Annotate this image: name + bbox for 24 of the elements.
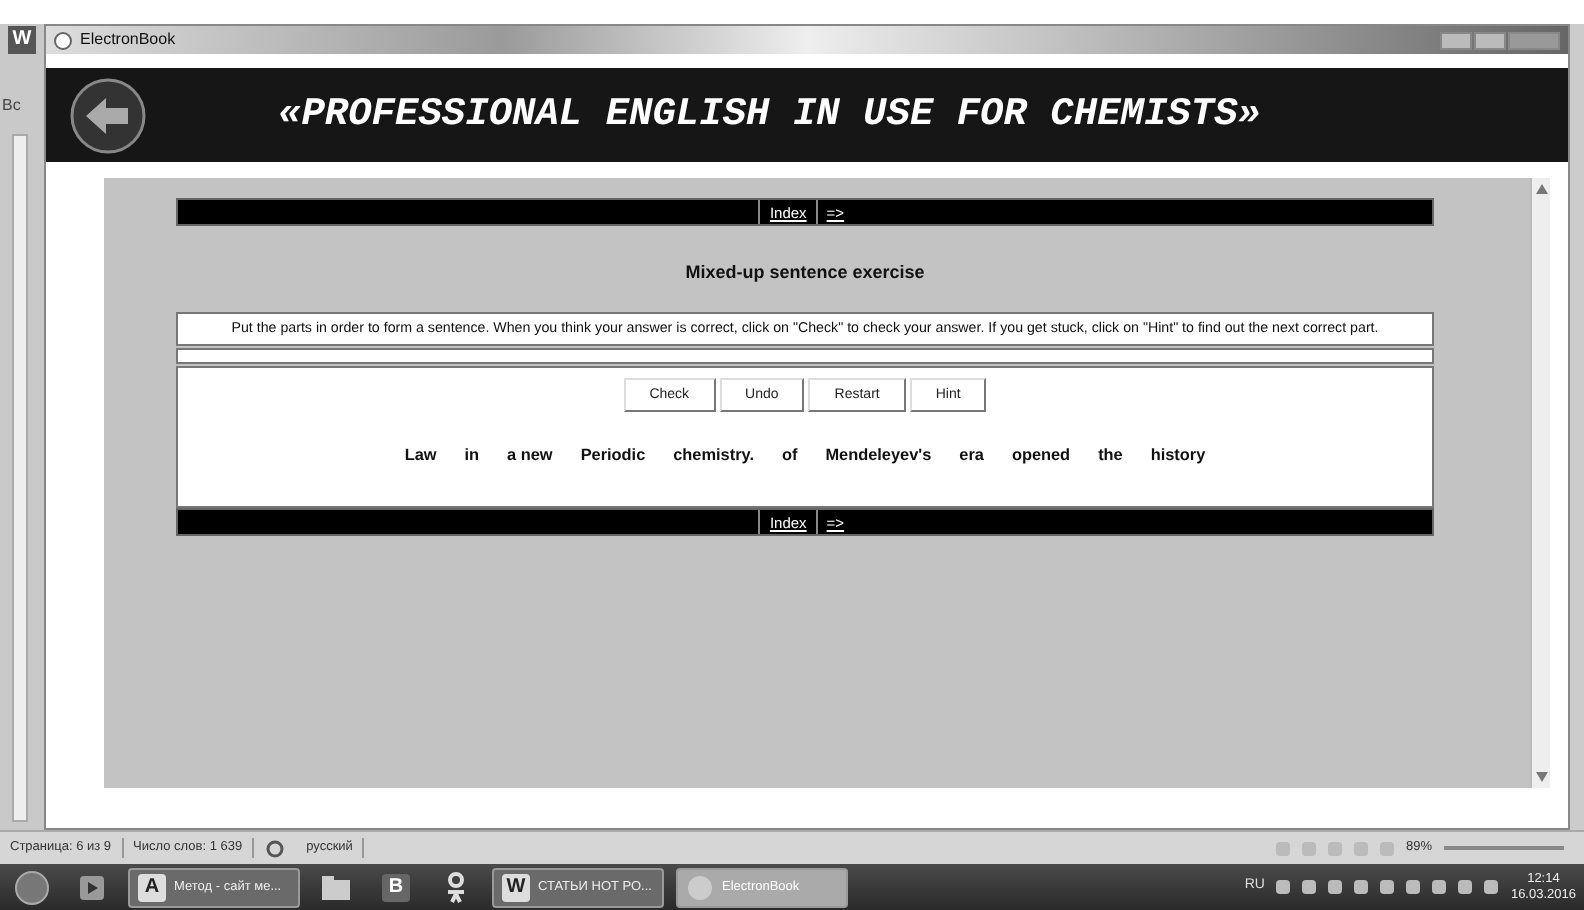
play-icon[interactable] [78,873,106,901]
sentence-part[interactable]: chemistry. [673,443,754,468]
sentence-part[interactable]: the [1098,443,1123,468]
scroll-up-icon[interactable] [1535,184,1547,194]
taskbar-button[interactable]: B [372,867,420,907]
scrollbar[interactable] [1530,178,1550,788]
window-title: ElectronBook [80,28,176,52]
sentence-part[interactable]: in [464,443,480,468]
sentence-part[interactable]: of [781,443,798,468]
sentence-part[interactable]: Law [404,443,437,468]
exercise-heading: Mixed-up sentence exercise [683,260,927,286]
book-title: «PROFESSIONAL ENGLISH IN USE FOR CHEMISTS» [278,89,1261,140]
folder-icon[interactable] [320,873,352,901]
label: Вс [0,94,21,118]
sentence-part[interactable]: Mendeleyev's [825,443,932,468]
sentence-part[interactable]: history [1150,443,1206,468]
sentence-part[interactable]: era [959,443,984,468]
scroll-down-icon[interactable] [1535,772,1547,782]
app-icon [54,31,72,49]
sentence-part[interactable]: opened [1011,443,1071,468]
sentence-part[interactable]: Periodic [580,443,646,468]
sentence-part[interactable]: a new [507,443,553,468]
spellcheck-icon[interactable] [266,839,285,857]
word-icon[interactable]: W [8,26,36,54]
